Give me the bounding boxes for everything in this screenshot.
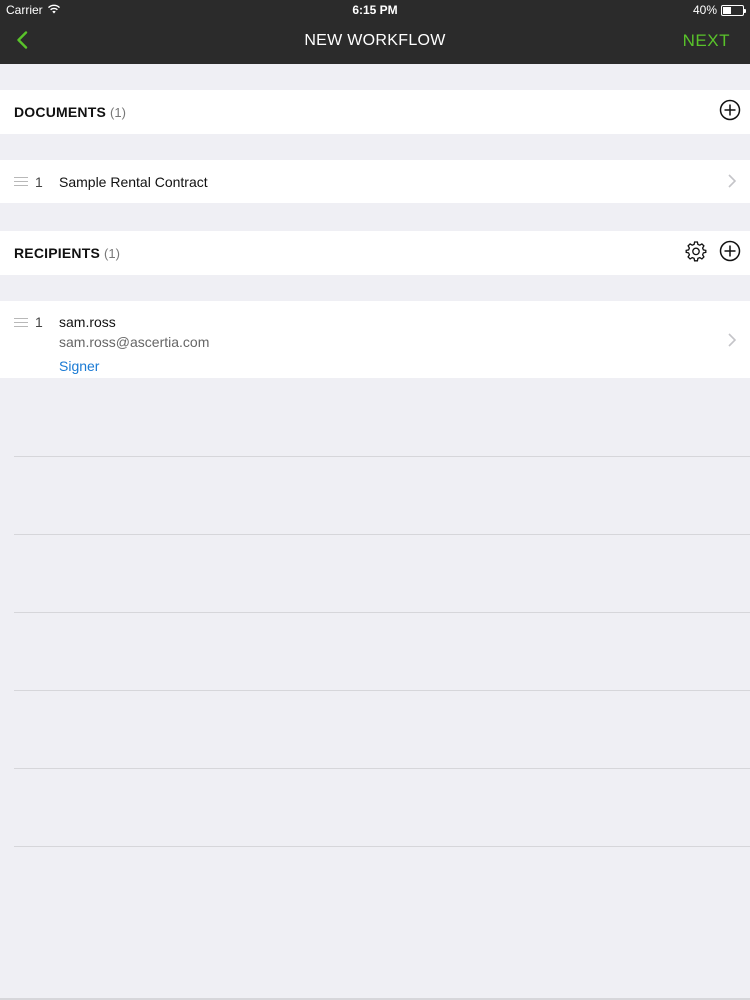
documents-title: DOCUMENTS [14,104,107,120]
battery-percentage: 40% [692,3,717,17]
separator [14,690,750,691]
separator [14,612,750,613]
recipient-settings-button[interactable] [684,240,708,267]
battery-indicator: 40% [692,3,746,17]
clock: 6:15 PM [352,3,398,17]
separator [14,534,750,535]
chevron-right-icon [728,174,737,193]
gear-icon [685,240,707,267]
chevron-right-icon [728,333,737,352]
reorder-handle-icon[interactable] [14,318,28,330]
documents-section-header: DOCUMENTS (1) [0,90,750,134]
recipients-title: RECIPIENTS [14,245,101,261]
recipient-email: sam.ross@ascertia.com [59,334,210,350]
document-row[interactable]: 1 Sample Rental Contract [0,160,750,203]
status-bar: Carrier 6:15 PM 40% [0,0,750,20]
next-button[interactable]: NEXT [683,31,730,51]
document-index: 1 [35,174,43,190]
separator [14,456,750,457]
add-document-button[interactable] [718,99,742,126]
separator [14,768,750,769]
navigation-bar: NEW WORKFLOW NEXT [0,20,750,64]
documents-count: (1) [110,104,126,120]
empty-list-separators [14,456,750,924]
separator [14,846,750,847]
page-title: NEW WORKFLOW [304,32,446,49]
reorder-handle-icon[interactable] [14,177,28,189]
document-name: Sample Rental Contract [59,174,208,190]
battery-icon [721,4,746,16]
recipient-name: sam.ross [59,314,116,330]
recipient-role[interactable]: Signer [59,358,99,374]
recipient-index: 1 [35,314,43,330]
plus-circle-icon [719,240,741,267]
recipients-count: (1) [104,245,120,261]
plus-circle-icon [719,99,741,126]
recipients-section-header: RECIPIENTS (1) [0,231,750,275]
add-recipient-button[interactable] [718,240,742,267]
recipient-row[interactable]: 1 sam.ross sam.ross@ascertia.com Signer [0,301,750,378]
